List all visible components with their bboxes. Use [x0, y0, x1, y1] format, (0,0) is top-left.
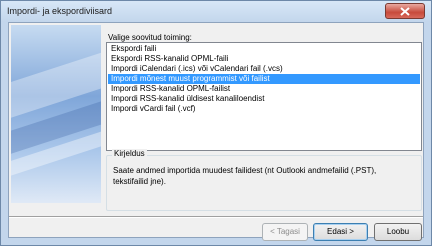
next-button[interactable]: Edasi >: [313, 223, 368, 241]
divider: [9, 216, 423, 218]
wizard-body: Valige soovitud toiming: Ekspordi faili …: [8, 22, 424, 241]
description-title: Kirjeldus: [112, 149, 147, 158]
title-bar[interactable]: Impordi- ja ekspordiviisard: [1, 1, 431, 22]
list-item[interactable]: Impordi RSS-kanalid OPML-failist: [108, 84, 420, 94]
list-item-selected[interactable]: Impordi mõnest muust programmist või fai…: [108, 74, 420, 84]
description-text: Saate andmed importida muudest failidest…: [113, 166, 377, 186]
cancel-button[interactable]: Loobu: [374, 223, 422, 241]
action-listbox[interactable]: Ekspordi faili Ekspordi RSS-kanalid OPML…: [106, 42, 422, 151]
list-item[interactable]: Ekspordi faili: [108, 44, 420, 54]
list-item[interactable]: Impordi vCardi fail (.vcf): [108, 104, 420, 114]
wizard-banner-image: [11, 25, 101, 203]
close-button[interactable]: [385, 3, 425, 19]
close-icon: [400, 7, 410, 16]
list-item[interactable]: Impordi RSS-kanalid üldisest kanaliloend…: [108, 94, 420, 104]
wizard-window: Impordi- ja ekspordiviisard Valige soovi…: [0, 0, 432, 246]
list-item[interactable]: Impordi iCalendari (.ics) või vCalendari…: [108, 64, 420, 74]
window-title: Impordi- ja ekspordiviisard: [7, 6, 113, 16]
back-button[interactable]: < Tagasi: [262, 223, 308, 241]
list-item[interactable]: Ekspordi RSS-kanalid OPML-faili: [108, 54, 420, 64]
action-prompt-label: Valige soovitud toiming:: [108, 33, 192, 42]
